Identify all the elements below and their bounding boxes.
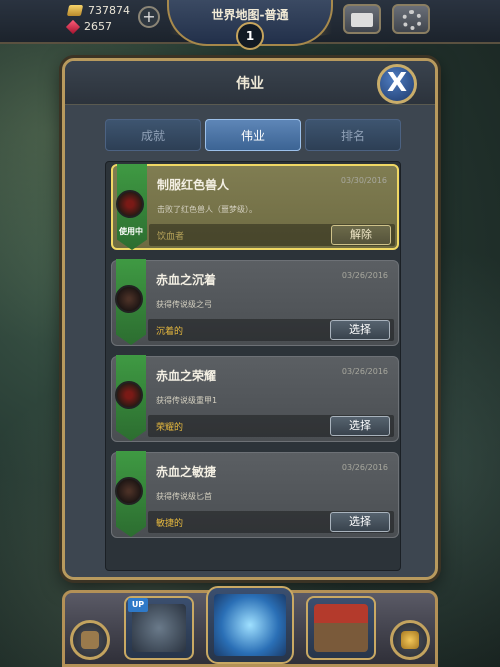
upgrade-badge: UP <box>128 598 148 612</box>
settings-button[interactable] <box>392 4 430 34</box>
feat-title: 敏捷的 <box>156 519 184 529</box>
feat-title-bar: 荣耀的 选择 <box>148 415 394 437</box>
mail-button[interactable] <box>343 4 381 34</box>
feat-card: 赤血之沉着 03/26/2016 获得传说级之弓 沉着的 选择 <box>111 259 399 346</box>
feat-title-bar: 敏捷的 选择 <box>148 511 394 533</box>
gem-icon <box>65 19 81 34</box>
feat-description: 击败了红色兽人（噩梦级）。 <box>157 205 257 214</box>
gem-counter: 2657 <box>65 19 112 34</box>
feat-title-bar: 饮血者 解除 <box>149 224 395 246</box>
feat-title-bar: 沉着的 选择 <box>148 319 394 341</box>
feat-description: 获得传说级重甲1 <box>156 396 218 405</box>
feats-panel: 伟业 X 成就 伟业 排名 使用中 制服红色兽人 03/30/2016 击败了红… <box>62 58 438 580</box>
top-bar: 737874 2657 + 世界地图-普通 1 <box>0 0 500 50</box>
feat-card: 赤血之荣耀 03/26/2016 获得传说级重甲1 荣耀的 选择 <box>111 355 399 442</box>
feat-title: 沉着的 <box>156 327 184 337</box>
tab-rankings[interactable]: 排名 <box>305 119 401 151</box>
tab-feats[interactable]: 伟业 <box>205 119 301 151</box>
game-screen: 737874 2657 + 世界地图-普通 1 伟业 X 成就 伟业 排名 使用… <box>0 0 500 667</box>
tab-bar: 成就 伟业 排名 <box>105 119 401 151</box>
gem-amount: 2657 <box>84 20 112 33</box>
armor-emblem-icon <box>115 381 143 409</box>
portal-icon <box>214 594 286 656</box>
select-button[interactable]: 选择 <box>330 320 390 340</box>
trophy-icon <box>401 631 419 649</box>
feat-date: 03/30/2016 <box>340 176 387 185</box>
feat-name: 赤血之沉着 <box>156 273 217 287</box>
feat-description: 获得传说级匕首 <box>156 492 212 501</box>
feat-card: 赤血之敏捷 03/26/2016 获得传说级匕首 敏捷的 选择 <box>111 451 399 538</box>
shop-button[interactable] <box>306 596 376 660</box>
select-button[interactable]: 选择 <box>330 416 390 436</box>
add-currency-button[interactable]: + <box>138 6 160 28</box>
bow-emblem-icon <box>115 285 143 313</box>
feat-name: 制服红色兽人 <box>157 178 230 192</box>
red-orc-emblem-icon <box>116 190 144 218</box>
feat-date: 03/26/2016 <box>341 367 388 376</box>
feat-title: 饮血者 <box>157 232 185 242</box>
box-icon <box>81 631 99 649</box>
ranking-button[interactable] <box>390 620 430 660</box>
feat-name: 赤血之荣耀 <box>156 369 217 383</box>
feat-date: 03/26/2016 <box>341 463 388 472</box>
select-button[interactable]: 选择 <box>330 512 390 532</box>
feat-title: 荣耀的 <box>156 423 184 433</box>
dagger-emblem-icon <box>115 477 143 505</box>
panel-header: 伟业 X <box>65 61 435 105</box>
portal-button[interactable] <box>206 586 294 664</box>
mail-icon <box>351 13 373 27</box>
feat-date: 03/26/2016 <box>341 271 388 280</box>
gear-icon <box>402 10 422 30</box>
shop-stall-icon <box>314 604 368 652</box>
tab-achievements[interactable]: 成就 <box>105 119 201 151</box>
gold-icon <box>66 5 84 16</box>
inventory-button[interactable] <box>70 620 110 660</box>
feat-card: 使用中 制服红色兽人 03/30/2016 击败了红色兽人（噩梦级）。 饮血者 … <box>111 164 399 250</box>
unequip-button[interactable]: 解除 <box>331 225 391 245</box>
feats-list[interactable]: 使用中 制服红色兽人 03/30/2016 击败了红色兽人（噩梦级）。 饮血者 … <box>105 161 401 571</box>
player-level-badge: 1 <box>236 22 264 50</box>
map-title: 世界地图-普通 <box>211 8 289 22</box>
feat-description: 获得传说级之弓 <box>156 300 212 309</box>
gold-amount: 737874 <box>88 4 130 17</box>
gold-counter: 737874 <box>66 4 130 17</box>
feat-name: 赤血之敏捷 <box>156 465 217 479</box>
close-button[interactable]: X <box>377 64 417 104</box>
in-use-badge: 使用中 <box>119 227 143 236</box>
